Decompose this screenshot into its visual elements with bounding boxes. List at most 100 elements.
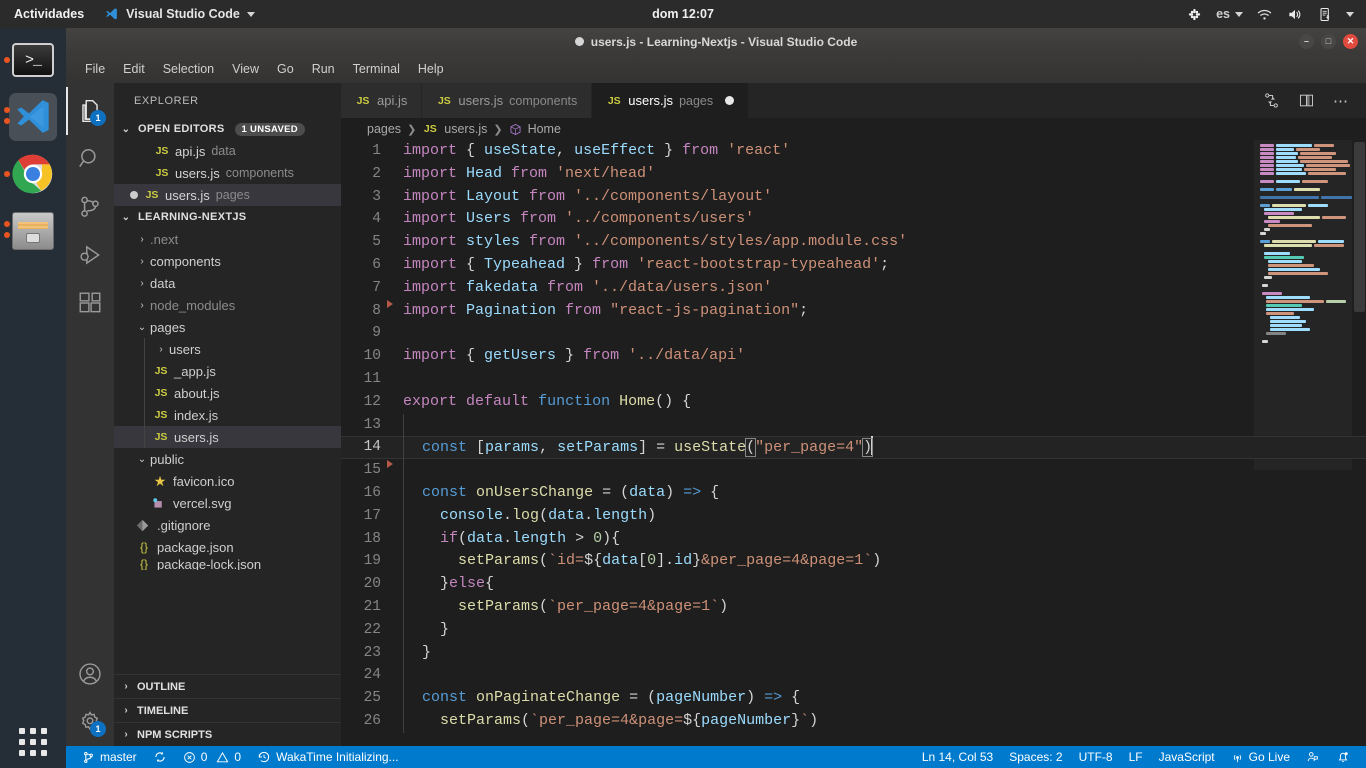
breadcrumb-symbol[interactable]: Home (528, 122, 561, 136)
code-line[interactable]: 1import { useState, useEffect } from 're… (341, 140, 1366, 163)
app-menu-button[interactable]: Visual Studio Code (96, 7, 263, 22)
code-line[interactable]: 21 setParams(`per_page=4&page=1`) (341, 596, 1366, 619)
code-line[interactable]: 15 (341, 459, 1366, 482)
code-line[interactable]: 24 (341, 664, 1366, 687)
minimize-button[interactable]: – (1299, 34, 1314, 49)
volume-icon[interactable] (1286, 6, 1304, 23)
status-remote[interactable] (1298, 746, 1328, 768)
tree-item-pages[interactable]: ⌄ pages (114, 316, 341, 338)
status-indentation[interactable]: Spaces: 2 (1001, 746, 1070, 768)
menu-terminal[interactable]: Terminal (344, 59, 409, 79)
code-line[interactable]: 19 setParams(`id=${data[0].id}&per_page=… (341, 550, 1366, 573)
status-wakatime[interactable]: WakaTime Initializing... (249, 746, 406, 768)
status-sync[interactable] (145, 746, 175, 768)
sidebar-section-timeline[interactable]: › TIMELINE (114, 698, 341, 722)
breadcrumb-file[interactable]: users.js (444, 122, 487, 136)
code-line[interactable]: 11 (341, 368, 1366, 391)
battery-icon[interactable] (1317, 6, 1333, 23)
split-merge-icon[interactable] (1263, 92, 1280, 109)
tree-item-app-js[interactable]: JS _app.js (114, 360, 341, 382)
unsaved-dot-icon[interactable] (725, 96, 734, 105)
code-line[interactable]: 18 if(data.length > 0){ (341, 528, 1366, 551)
tree-item-node-modules[interactable]: › node_modules (114, 294, 341, 316)
status-eol[interactable]: LF (1121, 746, 1151, 768)
fold-marker-icon[interactable] (387, 300, 393, 308)
tree-item-about-js[interactable]: JS about.js (114, 382, 341, 404)
tree-item-next[interactable]: › .next (114, 228, 341, 250)
code-line[interactable]: 20 }else{ (341, 573, 1366, 596)
status-encoding[interactable]: UTF-8 (1071, 746, 1121, 768)
activitybar-item-source-control[interactable] (66, 183, 114, 231)
dock-item-terminal[interactable]: >_ (9, 36, 57, 84)
status-branch[interactable]: master (74, 746, 145, 768)
dock-item-vscode[interactable] (9, 93, 57, 141)
tree-item-package-json[interactable]: {} package.json (114, 536, 341, 558)
dock-item-files[interactable] (9, 207, 57, 255)
tree-item-users-js[interactable]: JS users.js (114, 426, 341, 448)
code-line[interactable]: 17 console.log(data.length) (341, 505, 1366, 528)
tree-item-public[interactable]: ⌄ public (114, 448, 341, 470)
project-root-header[interactable]: ⌄ LEARNING-NEXTJS (114, 206, 341, 228)
code-line[interactable]: 10import { getUsers } from '../data/api' (341, 345, 1366, 368)
menu-go[interactable]: Go (268, 59, 303, 79)
activitybar-item-manage[interactable]: 1 (66, 698, 114, 746)
menu-file[interactable]: File (76, 59, 114, 79)
activitybar-item-search[interactable] (66, 135, 114, 183)
menu-edit[interactable]: Edit (114, 59, 154, 79)
tree-item-data[interactable]: › data (114, 272, 341, 294)
status-position[interactable]: Ln 14, Col 53 (914, 746, 1001, 768)
status-problems[interactable]: 0 0 (175, 746, 249, 768)
tab-users-js-components[interactable]: JS users.js components (422, 83, 592, 118)
menu-run[interactable]: Run (303, 59, 344, 79)
split-editor-icon[interactable] (1298, 92, 1315, 109)
dock-item-chrome[interactable] (9, 150, 57, 198)
tree-item-vercel-svg[interactable]: vercel.svg (114, 492, 341, 514)
code-line[interactable]: 5import styles from '../components/style… (341, 231, 1366, 254)
code-line[interactable]: 4import Users from '../components/users' (341, 208, 1366, 231)
code-line[interactable]: 3import Layout from '../components/layou… (341, 186, 1366, 209)
status-go-live[interactable]: Go Live (1223, 746, 1298, 768)
breadcrumb-pages[interactable]: pages (367, 122, 401, 136)
wifi-icon[interactable] (1256, 6, 1273, 23)
code-line[interactable]: 12export default function Home() { (341, 391, 1366, 414)
activitybar-item-extensions[interactable] (66, 279, 114, 327)
tree-item-gitignore[interactable]: .gitignore (114, 514, 341, 536)
menu-help[interactable]: Help (409, 59, 453, 79)
activitybar-item-explorer[interactable]: 1 (66, 87, 114, 135)
code-line[interactable]: 16 const onUsersChange = (data) => { (341, 482, 1366, 505)
open-editors-header[interactable]: ⌄ OPEN EDITORS 1 UNSAVED (114, 118, 341, 140)
open-editor-item-api-js[interactable]: JS api.js data (114, 140, 341, 162)
more-actions-icon[interactable]: ⋯ (1333, 92, 1350, 110)
code-editor[interactable]: 1import { useState, useEffect } from 're… (341, 140, 1366, 746)
fold-marker-icon[interactable] (387, 460, 393, 468)
code-line[interactable]: 13 (341, 414, 1366, 437)
open-editor-item-users-js-components[interactable]: JS users.js components (114, 162, 341, 184)
activitybar-item-accounts[interactable] (66, 650, 114, 698)
code-line[interactable]: 22 } (341, 619, 1366, 642)
slack-icon[interactable] (1186, 6, 1203, 23)
activities-button[interactable]: Actividades (0, 7, 96, 21)
status-notifications[interactable] (1328, 746, 1358, 768)
code-line[interactable]: 6import { Typeahead } from 'react-bootst… (341, 254, 1366, 277)
chevron-down-icon[interactable] (1346, 12, 1354, 17)
menu-view[interactable]: View (223, 59, 268, 79)
tree-item-favicon-ico[interactable]: ★ favicon.ico (114, 470, 341, 492)
close-button[interactable]: ✕ (1343, 34, 1358, 49)
code-line[interactable]: 8import Pagination from "react-js-pagina… (341, 300, 1366, 323)
maximize-button[interactable]: □ (1321, 34, 1336, 49)
code-line-current[interactable]: 14 const [params, setParams] = useState(… (341, 436, 1366, 459)
tree-item-package-lock-json[interactable]: {} package-lock.json (114, 558, 341, 570)
open-editor-item-users-js-pages[interactable]: JS users.js pages (114, 184, 341, 206)
code-line[interactable]: 26 setParams(`per_page=4&page=${pageNumb… (341, 710, 1366, 733)
tree-item-users-folder[interactable]: › users (114, 338, 341, 360)
activitybar-item-run-and-debug[interactable] (66, 231, 114, 279)
tree-item-index-js[interactable]: JS index.js (114, 404, 341, 426)
code-line[interactable]: 9 (341, 322, 1366, 345)
code-line[interactable]: 23 } (341, 642, 1366, 665)
sidebar-section-npm-scripts[interactable]: › NPM SCRIPTS (114, 722, 341, 746)
status-language[interactable]: JavaScript (1151, 746, 1223, 768)
menu-selection[interactable]: Selection (154, 59, 223, 79)
tree-item-components[interactable]: › components (114, 250, 341, 272)
tab-api-js[interactable]: JS api.js (341, 83, 422, 118)
code-line[interactable]: 7import fakedata from '../data/users.jso… (341, 277, 1366, 300)
